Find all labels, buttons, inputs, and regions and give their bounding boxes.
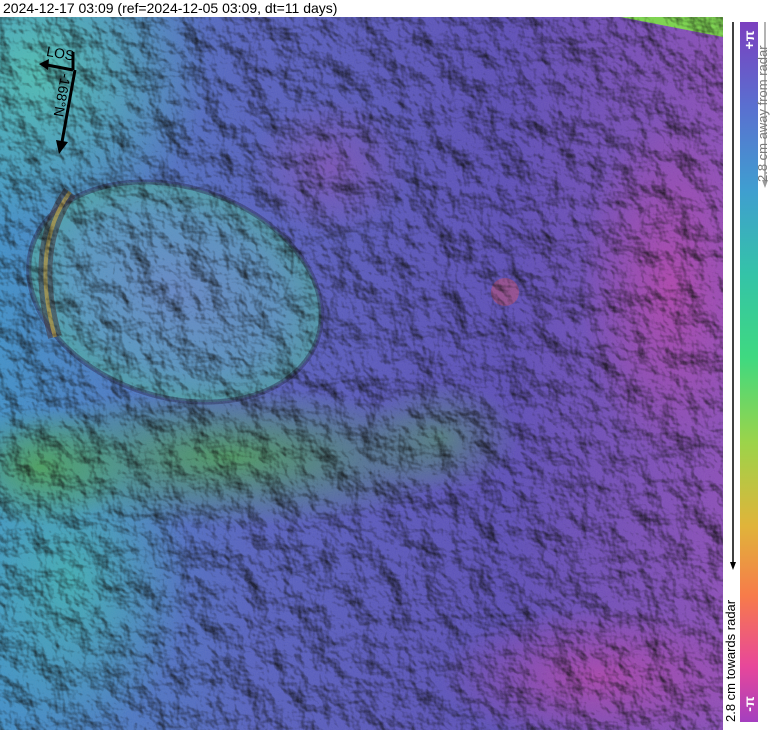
minus-pi-label: -π	[741, 696, 757, 712]
orientation-indicator	[39, 52, 77, 154]
away-from-radar-label: 2.8 cm away from radar	[755, 45, 770, 182]
towards-radar-label: 2.8 cm towards radar	[723, 599, 738, 722]
image-title: 2024-12-17 03:09 (ref=2024-12-05 03:09, …	[3, 0, 338, 16]
header-bar: 2024-12-17 03:09 (ref=2024-12-05 03:09, …	[0, 0, 773, 17]
interferogram-map: LOS -168°N	[0, 17, 723, 730]
